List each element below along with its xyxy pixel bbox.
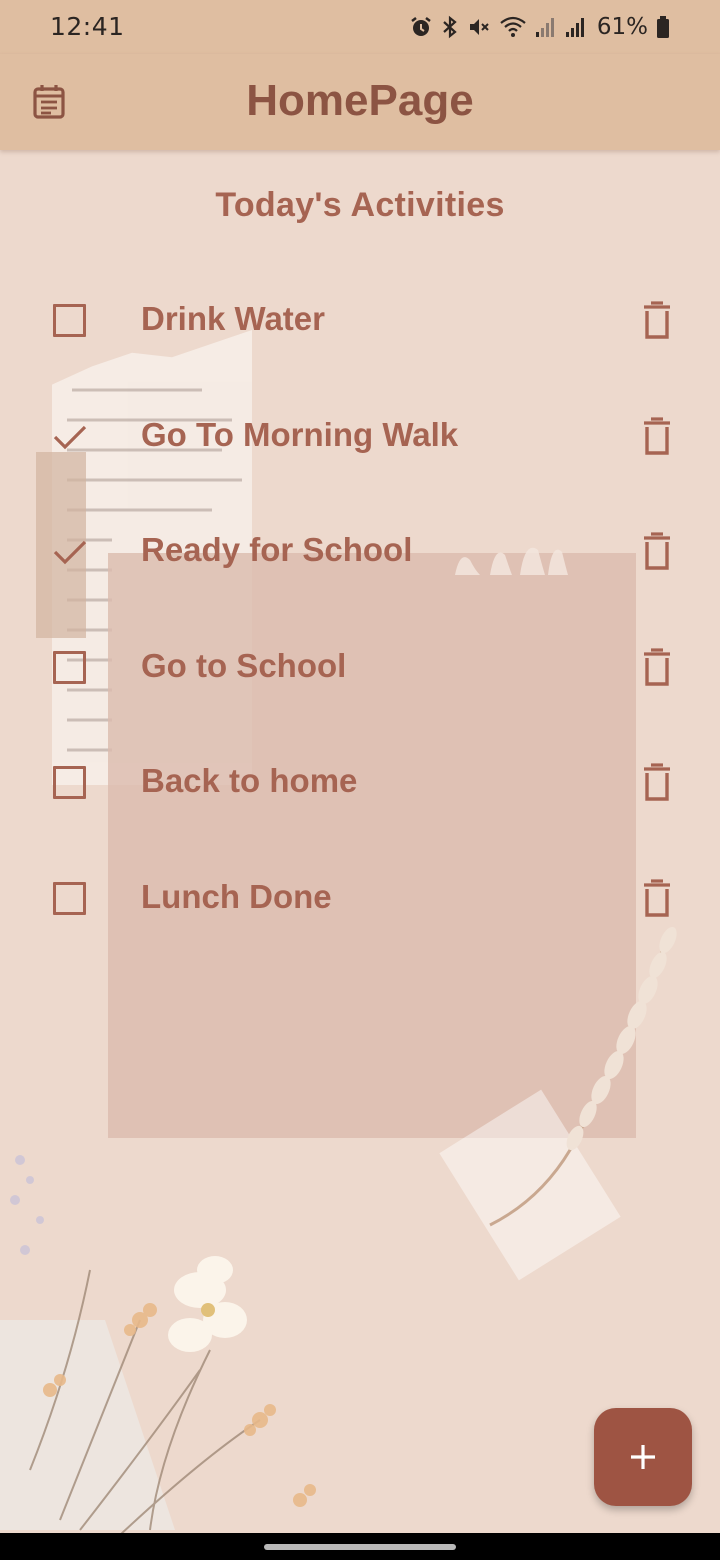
activity-checkbox[interactable] bbox=[53, 766, 86, 799]
activity-label: Go To Morning Walk bbox=[141, 415, 459, 453]
activity-checkbox[interactable] bbox=[53, 304, 86, 337]
status-bar: 12:41 61% bbox=[0, 0, 720, 54]
delete-button[interactable] bbox=[638, 878, 676, 920]
delete-button[interactable] bbox=[638, 416, 676, 458]
wifi-icon bbox=[500, 16, 526, 37]
activity-label: Go to School bbox=[141, 646, 347, 684]
check-icon bbox=[53, 425, 87, 449]
battery-icon bbox=[657, 16, 669, 38]
flowers-decoration bbox=[10, 1155, 316, 1536]
alarm-icon bbox=[411, 17, 431, 36]
activity-row: Drink Water bbox=[0, 262, 720, 378]
app-title: HomePage bbox=[246, 76, 474, 125]
tape-decoration bbox=[439, 1089, 621, 1281]
activity-row: Ready for School bbox=[0, 493, 720, 609]
dried-grass-decoration bbox=[489, 926, 677, 1227]
activity-row: Back to home bbox=[0, 724, 720, 840]
activity-checkbox[interactable] bbox=[53, 420, 87, 453]
section-title: Today's Activities bbox=[215, 186, 505, 224]
delete-button[interactable] bbox=[638, 647, 676, 689]
activity-checkbox[interactable] bbox=[53, 535, 87, 568]
signal-icon bbox=[565, 18, 584, 37]
check-icon bbox=[53, 540, 87, 565]
delete-button[interactable] bbox=[638, 300, 676, 342]
activity-label: Drink Water bbox=[141, 300, 325, 337]
app-bar: HomePage bbox=[0, 54, 720, 150]
activity-label: Ready for School bbox=[141, 531, 413, 568]
status-icons: 61% bbox=[409, 13, 670, 41]
system-nav-bar bbox=[0, 1533, 720, 1560]
trash-icon bbox=[644, 532, 670, 570]
add-activity-button[interactable] bbox=[594, 1408, 692, 1506]
activity-row: Go to School bbox=[0, 609, 720, 725]
trash-icon bbox=[644, 301, 670, 339]
plus-icon bbox=[631, 1445, 655, 1469]
activity-list: Drink Water Go To Morning Walk Ready for… bbox=[0, 262, 720, 955]
activity-label: Back to home bbox=[141, 762, 358, 799]
activity-checkbox[interactable] bbox=[53, 881, 86, 915]
screen: 12:41 61% HomePage Today's Activities Dr… bbox=[0, 0, 720, 1560]
delete-button[interactable] bbox=[638, 531, 676, 573]
status-time: 12:41 bbox=[50, 12, 125, 41]
trash-icon bbox=[644, 878, 670, 917]
signal-icon bbox=[535, 18, 554, 37]
battery-percentage: 61% bbox=[596, 14, 648, 40]
trash-icon bbox=[644, 763, 670, 801]
delete-button[interactable] bbox=[638, 762, 676, 804]
home-gesture-handle[interactable] bbox=[264, 1544, 456, 1550]
newspaper-scrap-decoration bbox=[0, 1320, 175, 1530]
trash-icon bbox=[644, 416, 670, 455]
mute-icon bbox=[469, 19, 489, 35]
activity-row: Lunch Done bbox=[0, 840, 720, 956]
activity-label: Lunch Done bbox=[141, 877, 332, 915]
activity-row: Go To Morning Walk bbox=[0, 378, 720, 494]
activity-checkbox[interactable] bbox=[53, 650, 86, 684]
bluetooth-icon bbox=[443, 15, 457, 39]
trash-icon bbox=[644, 647, 670, 686]
